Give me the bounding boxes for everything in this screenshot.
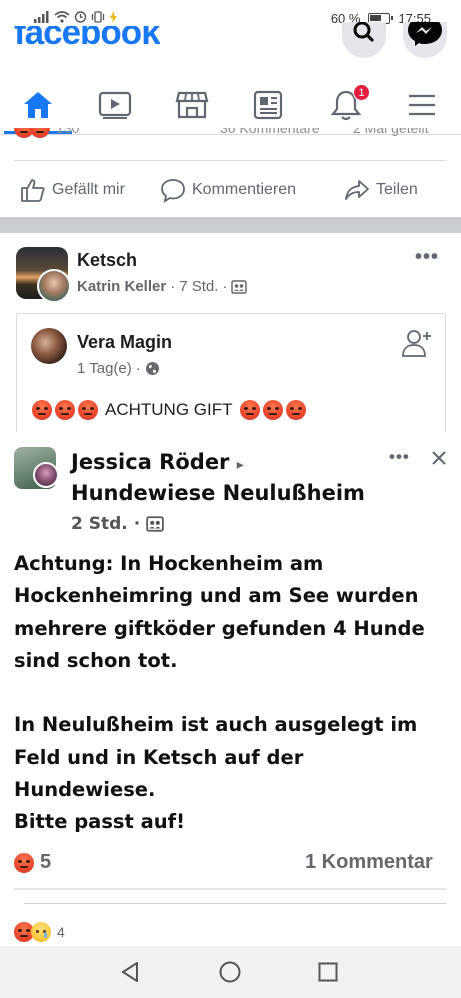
post-meta: Katrin Keller · 7 Std. · <box>77 278 248 295</box>
next-reactions-count: 4 <box>57 924 65 940</box>
group-privacy-icon <box>146 516 164 532</box>
screen: 60 % 17:55 facebook 1 130 36 Kommentare … <box>0 0 461 998</box>
logo-text: facebook <box>14 26 160 52</box>
tab-home[interactable] <box>8 80 68 130</box>
tab-watch[interactable] <box>85 80 145 130</box>
overlay-options-button[interactable]: ••• <box>389 447 410 467</box>
author-avatar[interactable] <box>37 269 71 303</box>
tab-marketplace[interactable] <box>162 80 222 130</box>
feed-separator <box>0 217 461 233</box>
angry-emoji-icon <box>262 400 283 420</box>
prev-shares-count[interactable]: 2 Mal geteilt <box>353 128 428 136</box>
arrow-icon: ▸ <box>236 457 244 473</box>
comment-icon <box>161 179 185 203</box>
meta-separator: · <box>135 360 141 377</box>
status-icons-left <box>34 10 118 23</box>
overlay-bottom-divider <box>14 888 446 890</box>
marketplace-icon <box>175 91 209 119</box>
comment-button[interactable]: Kommentieren <box>160 170 296 210</box>
share-button[interactable]: Teilen <box>344 170 418 210</box>
shared-author-name[interactable]: Vera Magin <box>77 332 172 353</box>
shared-post-text: ACHTUNG GIFT <box>32 400 306 420</box>
notification-badge: 1 <box>353 84 370 101</box>
newspaper-icon <box>253 90 283 120</box>
charging-icon <box>110 10 117 23</box>
shared-post-message: ACHTUNG GIFT <box>105 400 233 419</box>
overlay-reactions-count: 5 <box>40 851 52 873</box>
recents-icon[interactable] <box>316 960 340 984</box>
overlay-author-avatar[interactable] <box>33 462 59 488</box>
system-nav-bar <box>0 946 461 998</box>
sad-reaction-icon <box>31 922 51 942</box>
angry-reaction-icon <box>30 128 50 138</box>
prev-post-stats: 130 36 Kommentare 2 Mal geteilt <box>0 128 461 140</box>
share-label: Teilen <box>376 181 418 198</box>
post-actions: Gefällt mir Kommentieren Teilen <box>0 170 461 210</box>
post-options-button[interactable]: ••• <box>415 246 439 269</box>
tab-notifications[interactable]: 1 <box>316 80 376 130</box>
back-icon[interactable] <box>118 960 142 984</box>
shared-author-avatar[interactable] <box>31 328 67 364</box>
prev-reactions-count: 130 <box>56 128 80 136</box>
overlay-shadow-line <box>24 903 446 904</box>
angry-emoji-icon <box>285 400 306 420</box>
overlay-post-meta: 2 Std. · <box>71 514 164 534</box>
shared-post-time[interactable]: 1 Tag(e) <box>77 360 132 377</box>
group-name[interactable]: Ketsch <box>77 250 137 271</box>
overlay-post-time[interactable]: 2 Std. <box>71 514 128 534</box>
like-button[interactable]: Gefällt mir <box>20 170 125 210</box>
main-nav: 1 <box>0 80 461 134</box>
meta-separator: · <box>133 514 141 534</box>
angry-reaction-icon <box>14 852 34 873</box>
overlay-comments-count[interactable]: 1 Kommentar <box>305 851 433 874</box>
tab-menu[interactable] <box>392 80 452 130</box>
angry-emoji-icon <box>55 400 75 420</box>
shared-post-meta: 1 Tag(e) · <box>77 360 160 377</box>
search-icon <box>353 22 374 42</box>
add-friend-icon[interactable] <box>401 328 433 358</box>
wifi-icon <box>54 10 70 23</box>
prev-comments-count[interactable]: 36 Kommentare <box>220 128 320 136</box>
home-icon <box>24 92 52 118</box>
overlay-post-text: Achtung: In Hockenheim am Hockenheimring… <box>14 552 425 834</box>
comment-label: Kommentieren <box>192 181 297 198</box>
alarm-icon <box>74 11 87 23</box>
search-button[interactable] <box>342 22 386 58</box>
group-privacy-icon <box>231 279 248 294</box>
overlay-author-row: Jessica Röder ▸ <box>71 450 244 474</box>
meta-separator: · <box>222 278 228 295</box>
home-circle-icon[interactable] <box>218 960 242 984</box>
vibrate-icon <box>91 10 105 23</box>
signal-icon <box>34 10 49 23</box>
prev-reactions: 130 <box>14 128 79 138</box>
facebook-logo[interactable]: facebook <box>14 26 160 56</box>
messenger-button[interactable] <box>403 22 447 58</box>
overlay-reactions[interactable]: 5 <box>14 851 51 874</box>
messenger-icon <box>408 22 442 46</box>
close-icon[interactable] <box>431 450 447 466</box>
thumbs-up-icon <box>21 179 45 202</box>
angry-emoji-icon <box>78 400 98 420</box>
post-time[interactable]: 7 Std. <box>179 278 218 295</box>
next-post-reactions[interactable]: 4 <box>14 922 65 942</box>
hamburger-menu-icon <box>409 94 435 116</box>
angry-emoji-icon <box>32 400 52 420</box>
video-icon <box>98 91 132 119</box>
post-author[interactable]: Katrin Keller <box>77 278 166 295</box>
overlay-group-name[interactable]: Hundewiese Neulußheim <box>71 481 365 505</box>
overlay-author-name[interactable]: Jessica Röder <box>71 450 229 474</box>
angry-emoji-icon <box>239 400 260 420</box>
tab-news[interactable] <box>238 80 298 130</box>
meta-separator: · <box>170 278 176 295</box>
like-label: Gefällt mir <box>52 181 125 198</box>
stats-divider <box>14 160 446 161</box>
globe-icon <box>145 362 159 375</box>
share-arrow-icon <box>345 180 369 200</box>
